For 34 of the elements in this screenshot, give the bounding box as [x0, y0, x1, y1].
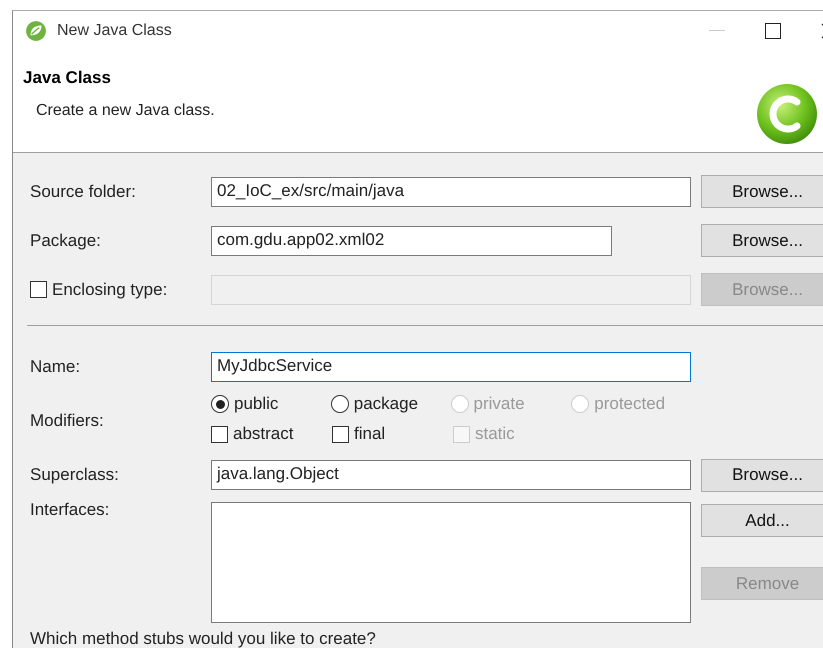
question-text: Which method stubs would you like to create?	[30, 629, 377, 648]
page-title: Java Class	[23, 68, 112, 88]
browse-button[interactable]: Browse...	[701, 175, 823, 208]
radio-button[interactable]	[211, 395, 229, 413]
checkbox-label: final	[354, 424, 386, 444]
input-field[interactable]: 02_IoC_ex/src/main/java	[211, 176, 691, 206]
class-icon	[755, 82, 819, 146]
field-label: Modifiers:	[30, 411, 105, 431]
radio-button[interactable]	[330, 395, 349, 413]
add-button[interactable]: Add...	[701, 504, 823, 537]
input-field[interactable]: MyJdbcService	[211, 352, 691, 382]
browse-button[interactable]: Browse...	[701, 458, 823, 492]
field-label: Source folder:	[30, 182, 137, 202]
field-label: Package:	[30, 230, 102, 250]
page-description: Create a new Java class.	[36, 102, 215, 120]
window-title: New Java Class	[57, 22, 172, 40]
input-field[interactable]: com.gdu.app02.xml02	[211, 226, 612, 256]
radio-label: protected	[594, 394, 666, 414]
checkbox-label: Enclosing type:	[52, 280, 168, 300]
interfaces-list[interactable]	[211, 502, 691, 623]
field-label: Superclass:	[30, 465, 120, 485]
checkbox-label: static	[475, 424, 515, 444]
checkbox[interactable]	[211, 426, 228, 442]
input-field[interactable]: java.lang.Object	[211, 460, 691, 490]
radio-label: package	[354, 394, 418, 414]
checkbox-label: abstract	[233, 424, 294, 444]
leaf-icon	[25, 20, 47, 42]
field-label: Name:	[30, 357, 82, 377]
maximize-icon[interactable]	[765, 23, 781, 40]
field-label: Interfaces:	[30, 499, 110, 520]
radio-label: public	[234, 394, 278, 414]
browse-button[interactable]: Browse...	[701, 224, 823, 257]
checkbox[interactable]	[332, 426, 349, 442]
radio-label: private	[474, 394, 525, 414]
